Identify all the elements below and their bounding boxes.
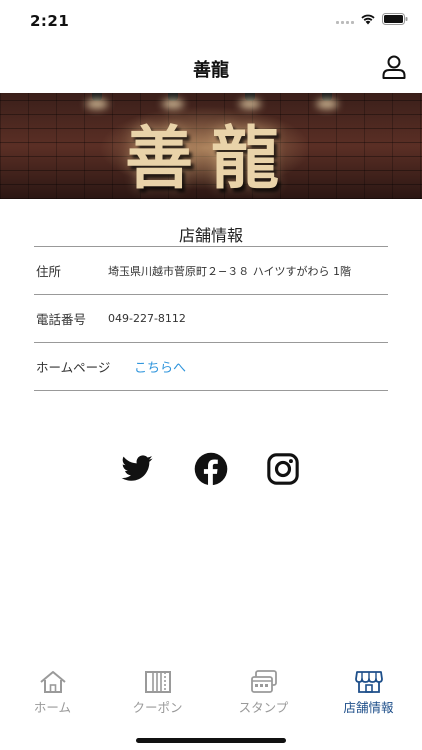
- navigation-bar: 善龍: [0, 44, 422, 92]
- store-info-table: 住所 埼玉県川越市菅原町２−３８ ハイツすがわら 1階 電話番号 049-227…: [34, 246, 388, 391]
- spotlight-lamp: [322, 93, 332, 101]
- address-label: 住所: [36, 264, 62, 279]
- wifi-icon: [360, 13, 376, 25]
- spotlight-lamp: [245, 93, 255, 101]
- spotlight-lamp: [92, 93, 102, 101]
- status-bar: 2:21: [0, 0, 422, 44]
- tab-label: スタンプ: [238, 700, 289, 715]
- instagram-icon[interactable]: [266, 452, 300, 486]
- account-button[interactable]: [380, 53, 408, 81]
- tab-label: クーポン: [132, 700, 183, 715]
- tab-label: ホーム: [33, 700, 72, 715]
- home-indicator: [136, 738, 286, 743]
- coupon-icon: [144, 671, 171, 693]
- twitter-icon[interactable]: [120, 452, 154, 486]
- stamp-card-icon: [250, 670, 277, 693]
- spotlight-lamp: [168, 93, 178, 101]
- store-sign-logo: 善龍: [124, 119, 297, 199]
- phone-row: 電話番号 049-227-8112: [34, 295, 388, 343]
- facebook-icon[interactable]: [194, 452, 228, 486]
- cellular-signal-icon: [336, 14, 354, 24]
- battery-icon: [382, 13, 408, 25]
- address-value: 埼玉県川越市菅原町２−３８ ハイツすがわら 1階: [108, 264, 351, 278]
- tab-store-info[interactable]: 店舗情報: [316, 669, 421, 716]
- status-icons: [336, 13, 408, 25]
- store-banner-image: 善龍: [0, 93, 422, 199]
- homepage-link[interactable]: こちらへ: [108, 357, 186, 376]
- homepage-row: ホームページ こちらへ: [34, 343, 388, 391]
- user-icon: [382, 55, 406, 79]
- page-title: 善龍: [193, 60, 229, 81]
- store-icon: [354, 671, 383, 693]
- tab-bar: ホーム クーポン スタンプ 店舗情報: [0, 663, 422, 750]
- phone-number[interactable]: 049-227-8112: [108, 312, 186, 325]
- phone-label: 電話番号: [36, 312, 87, 327]
- status-time: 2:21: [30, 12, 70, 30]
- address-row: 住所 埼玉県川越市菅原町２−３８ ハイツすがわら 1階: [34, 247, 388, 295]
- tab-coupon[interactable]: クーポン: [105, 669, 210, 716]
- section-title: 店舗情報: [178, 226, 243, 245]
- tab-home[interactable]: ホーム: [0, 669, 105, 716]
- tab-label: 店舗情報: [343, 700, 394, 715]
- home-icon: [39, 671, 66, 693]
- tab-stamp[interactable]: スタンプ: [211, 669, 316, 716]
- homepage-label: ホームページ: [36, 360, 111, 375]
- social-links: [0, 452, 422, 488]
